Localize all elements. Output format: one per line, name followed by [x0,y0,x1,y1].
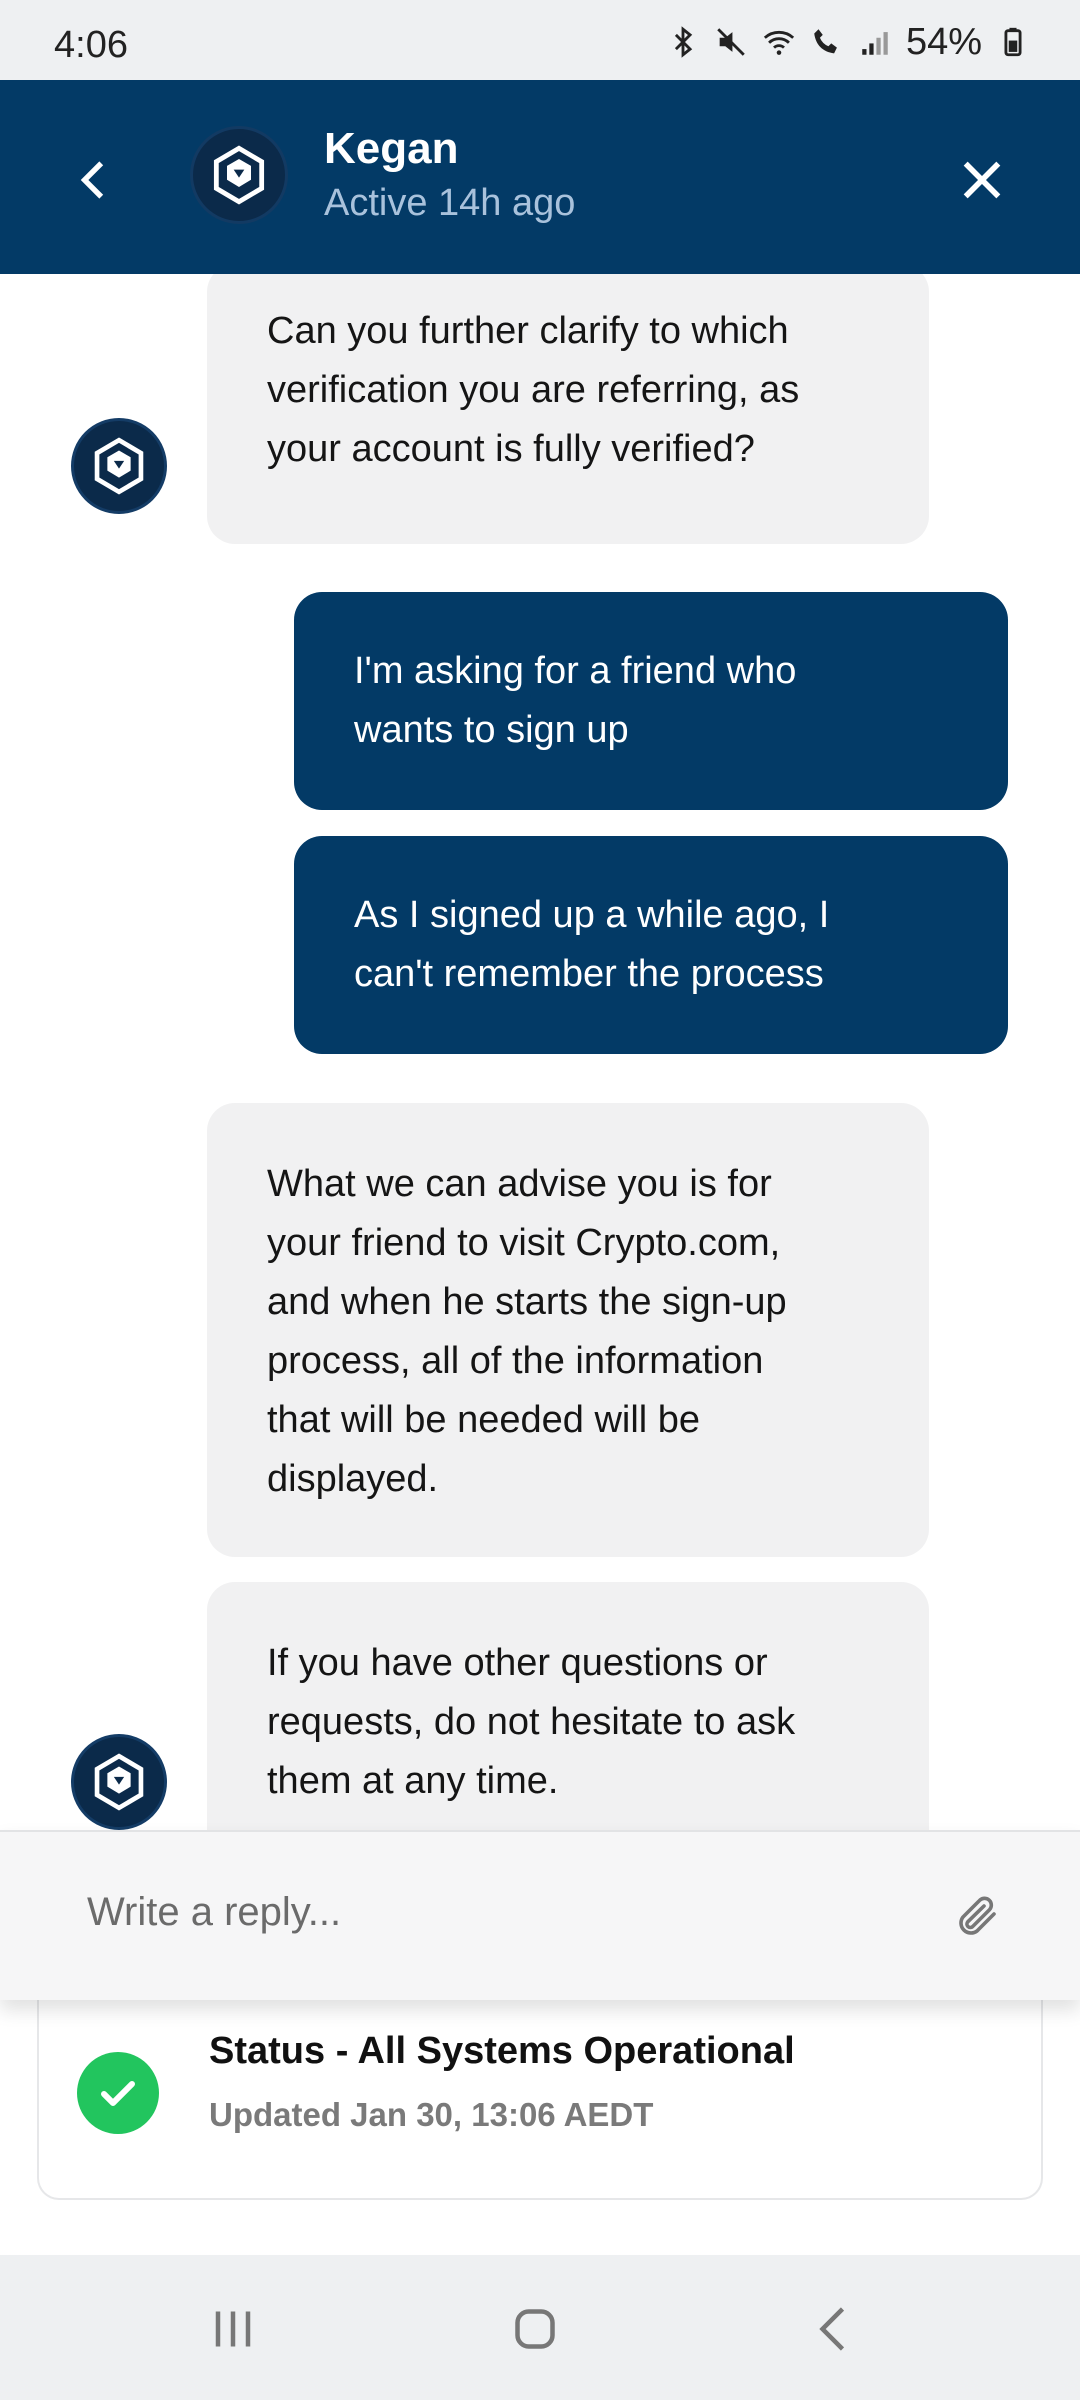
crypto-com-logo [94,437,144,495]
paperclip-icon[interactable] [954,1892,1002,1940]
message-line: I'm asking for a friend who [354,650,797,692]
status-title: Status - All Systems Operational [209,2030,795,2072]
battery-icon [1004,27,1022,57]
status-time: 4:06 [54,24,128,66]
reply-composer[interactable]: Write a reply... [0,1830,1080,2000]
message-line: verification you are referring, as [267,369,800,411]
signal-icon [862,32,888,55]
message-line: requests, do not hesitate to ask [267,1701,796,1743]
mute-icon [717,28,745,56]
status-bar: 4:06 54% [0,0,1080,80]
activity-status: Active 14h ago [324,182,576,224]
status-icons: 54% [666,20,1030,63]
checkmark-icon [101,2081,135,2106]
close-icon[interactable] [954,152,1010,208]
message-line: Can you further clarify to which [267,310,789,352]
chat-header: Kegan Active 14h ago [0,80,1080,274]
message-line: displayed. [267,1458,439,1500]
reply-input[interactable]: Write a reply... [87,1890,341,1935]
agent-avatar [71,1734,167,1830]
app-screen: 4:06 54% Kegan Active 14h ago Can you fu… [0,0,1080,2400]
message-line: your account is fully verified? [267,428,755,470]
battery-percent: 54% [905,20,982,63]
status-updated: Updated Jan 30, 13:06 AEDT [209,2096,654,2133]
agent-avatar [71,418,167,514]
check-circle-icon [77,2052,159,2134]
message-line: and when he starts the sign-up [267,1281,787,1323]
message-line: process, all of the information [267,1340,764,1382]
message-line: can't remember the process [354,953,824,995]
bluetooth-icon [674,26,693,58]
message-line: them at any time. [267,1760,559,1802]
recent-apps-icon[interactable] [198,2299,268,2359]
message-bubble-agent: What we can advise you is for your frien… [207,1103,929,1557]
crypto-com-logo [94,1753,144,1811]
avatar [190,126,288,224]
message-line: that will be needed will be [267,1399,701,1441]
crypto-com-logo [213,145,265,205]
chat-thread[interactable]: Can you further clarify to which verific… [0,274,1080,1830]
message-bubble-user: I'm asking for a friend who wants to sig… [294,592,1008,810]
contact-name: Kegan [324,124,459,173]
back-icon[interactable] [800,2299,870,2359]
wifi-icon [763,30,795,55]
message-bubble-agent: Can you further clarify to which verific… [207,274,929,544]
chevron-left-icon[interactable] [70,150,120,210]
message-line: What we can advise you is for [267,1163,772,1205]
wifi-calling-icon [814,29,837,54]
message-line: your friend to visit Crypto.com, [267,1222,781,1264]
message-line: If you have other questions or [267,1642,768,1684]
message-line: As I signed up a while ago, I [354,894,830,936]
message-bubble-agent: If you have other questions or requests,… [207,1582,929,1830]
message-bubble-user: As I signed up a while ago, I can't reme… [294,836,1008,1054]
home-icon[interactable] [500,2299,570,2359]
system-nav-bar [0,2255,1080,2400]
message-line: wants to sign up [354,709,629,751]
